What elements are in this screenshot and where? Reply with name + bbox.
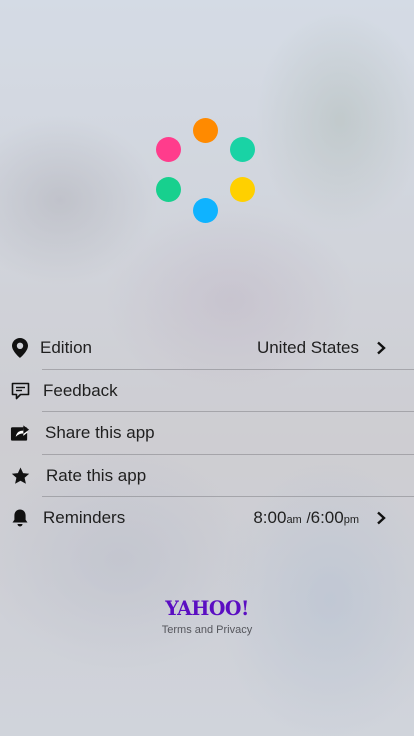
edition-row[interactable]: Edition United States [0, 327, 414, 370]
feedback-icon [10, 381, 30, 401]
share-icon [10, 423, 30, 443]
morning-time: 8:00 [253, 508, 287, 528]
rate-label: Rate this app [46, 465, 147, 485]
logo-dot-yellow [230, 177, 255, 202]
yahoo-logo: YAHOO! [165, 596, 249, 620]
settings-menu: Edition United States Feedback Share thi… [0, 327, 414, 540]
share-row[interactable]: Share this app [0, 412, 414, 455]
logo-dot-blue [193, 198, 218, 223]
morning-suffix: am [286, 514, 302, 527]
location-pin-icon [10, 338, 30, 359]
app-logo [150, 110, 262, 230]
rate-row[interactable]: Rate this app [0, 455, 414, 497]
evening-suffix: pm [343, 514, 359, 527]
share-label: Share this app [45, 423, 155, 443]
bell-icon [10, 508, 30, 528]
feedback-row[interactable]: Feedback [0, 370, 414, 412]
footer: YAHOO! Terms and Privacy [0, 596, 414, 636]
reminders-label: Reminders [43, 508, 126, 528]
edition-value: United States [256, 338, 359, 358]
evening-time: 6:00 [310, 508, 344, 528]
chevron-right-icon [377, 341, 386, 355]
chevron-right-icon [377, 511, 386, 525]
logo-dot-teal [230, 137, 255, 162]
reminders-row[interactable]: Reminders 8:00am /6:00pm [0, 497, 414, 540]
feedback-label: Feedback [43, 380, 118, 400]
star-icon [10, 466, 30, 486]
terms-link[interactable]: Terms and Privacy [0, 624, 414, 636]
logo-dot-orange [193, 118, 218, 143]
logo-dot-green [156, 177, 181, 202]
logo-dot-pink [156, 137, 181, 162]
reminders-times: 8:00am /6:00pm [253, 508, 359, 528]
edition-label: Edition [40, 338, 92, 358]
